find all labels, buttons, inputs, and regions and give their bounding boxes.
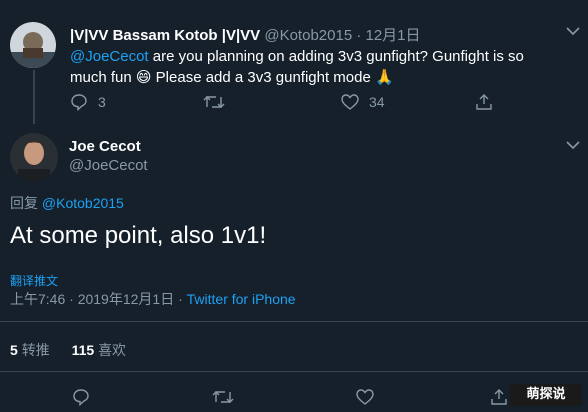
- main-display-name[interactable]: Joe Cecot: [69, 138, 141, 155]
- likes-count: 115: [71, 342, 95, 358]
- parent-reply-count: 3: [98, 94, 106, 110]
- parent-like-icon[interactable]: [341, 94, 359, 110]
- parent-text-line-1: are you planning on adding 3v3 gunfight?…: [148, 48, 524, 65]
- parent-share-icon[interactable]: [475, 93, 493, 111]
- main-like-icon[interactable]: [356, 389, 374, 405]
- watermark: 萌探说: [510, 384, 582, 406]
- main-more-icon[interactable]: [566, 140, 580, 150]
- main-reply-icon[interactable]: [72, 388, 90, 406]
- parent-display-name[interactable]: |V|VV Bassam Kotob |V|VV: [70, 27, 260, 44]
- thread-line: [33, 70, 35, 124]
- retweets-label: 转推: [21, 342, 50, 358]
- tweet-meta: 上午7:46 · 2019年12月1日 · Twitter for iPhone: [10, 289, 296, 309]
- main-handle[interactable]: @JoeCecot: [69, 157, 148, 174]
- reply-prefix: 回复: [10, 195, 42, 211]
- parent-avatar[interactable]: [10, 22, 56, 68]
- main-tweet-text: At some point, also 1v1!: [10, 222, 267, 249]
- retweets-count: 5: [10, 342, 18, 358]
- parent-like-count: 34: [369, 94, 385, 110]
- parent-date[interactable]: 12月1日: [366, 27, 421, 44]
- reply-context: 回复 @Kotob2015: [10, 193, 124, 213]
- parent-retweet-icon[interactable]: [203, 94, 225, 110]
- main-share-icon[interactable]: [490, 388, 508, 406]
- divider-top: [0, 321, 588, 322]
- tweet-source[interactable]: Twitter for iPhone: [187, 291, 296, 307]
- tweet-timestamp[interactable]: 上午7:46 · 2019年12月1日 ·: [10, 291, 187, 307]
- parent-separator: ·: [356, 27, 362, 44]
- parent-text-line-2: much fun 😄 Please add a 3v3 gunfight mod…: [70, 69, 394, 86]
- parent-mention[interactable]: @JoeCecot: [70, 48, 149, 65]
- parent-reply-icon[interactable]: [70, 93, 88, 111]
- parent-more-icon[interactable]: [566, 26, 580, 36]
- translate-tweet-link[interactable]: 翻译推文: [10, 272, 58, 289]
- engagement-stats: 5 转推 115 喜欢: [10, 340, 126, 360]
- parent-text: @JoeCecot are you planning on adding 3v3…: [70, 46, 575, 88]
- retweets-stat[interactable]: 5 转推: [10, 342, 54, 358]
- parent-header: |V|VV Bassam Kotob |V|VV @Kotob2015 · 12…: [70, 24, 421, 45]
- likes-label: 喜欢: [98, 342, 127, 358]
- main-retweet-icon[interactable]: [212, 389, 234, 405]
- main-avatar[interactable]: [10, 133, 58, 181]
- parent-handle[interactable]: @Kotob2015: [264, 27, 352, 44]
- divider-bottom: [0, 371, 588, 372]
- likes-stat[interactable]: 115 喜欢: [72, 342, 126, 358]
- reply-to-mention[interactable]: @Kotob2015: [42, 195, 124, 211]
